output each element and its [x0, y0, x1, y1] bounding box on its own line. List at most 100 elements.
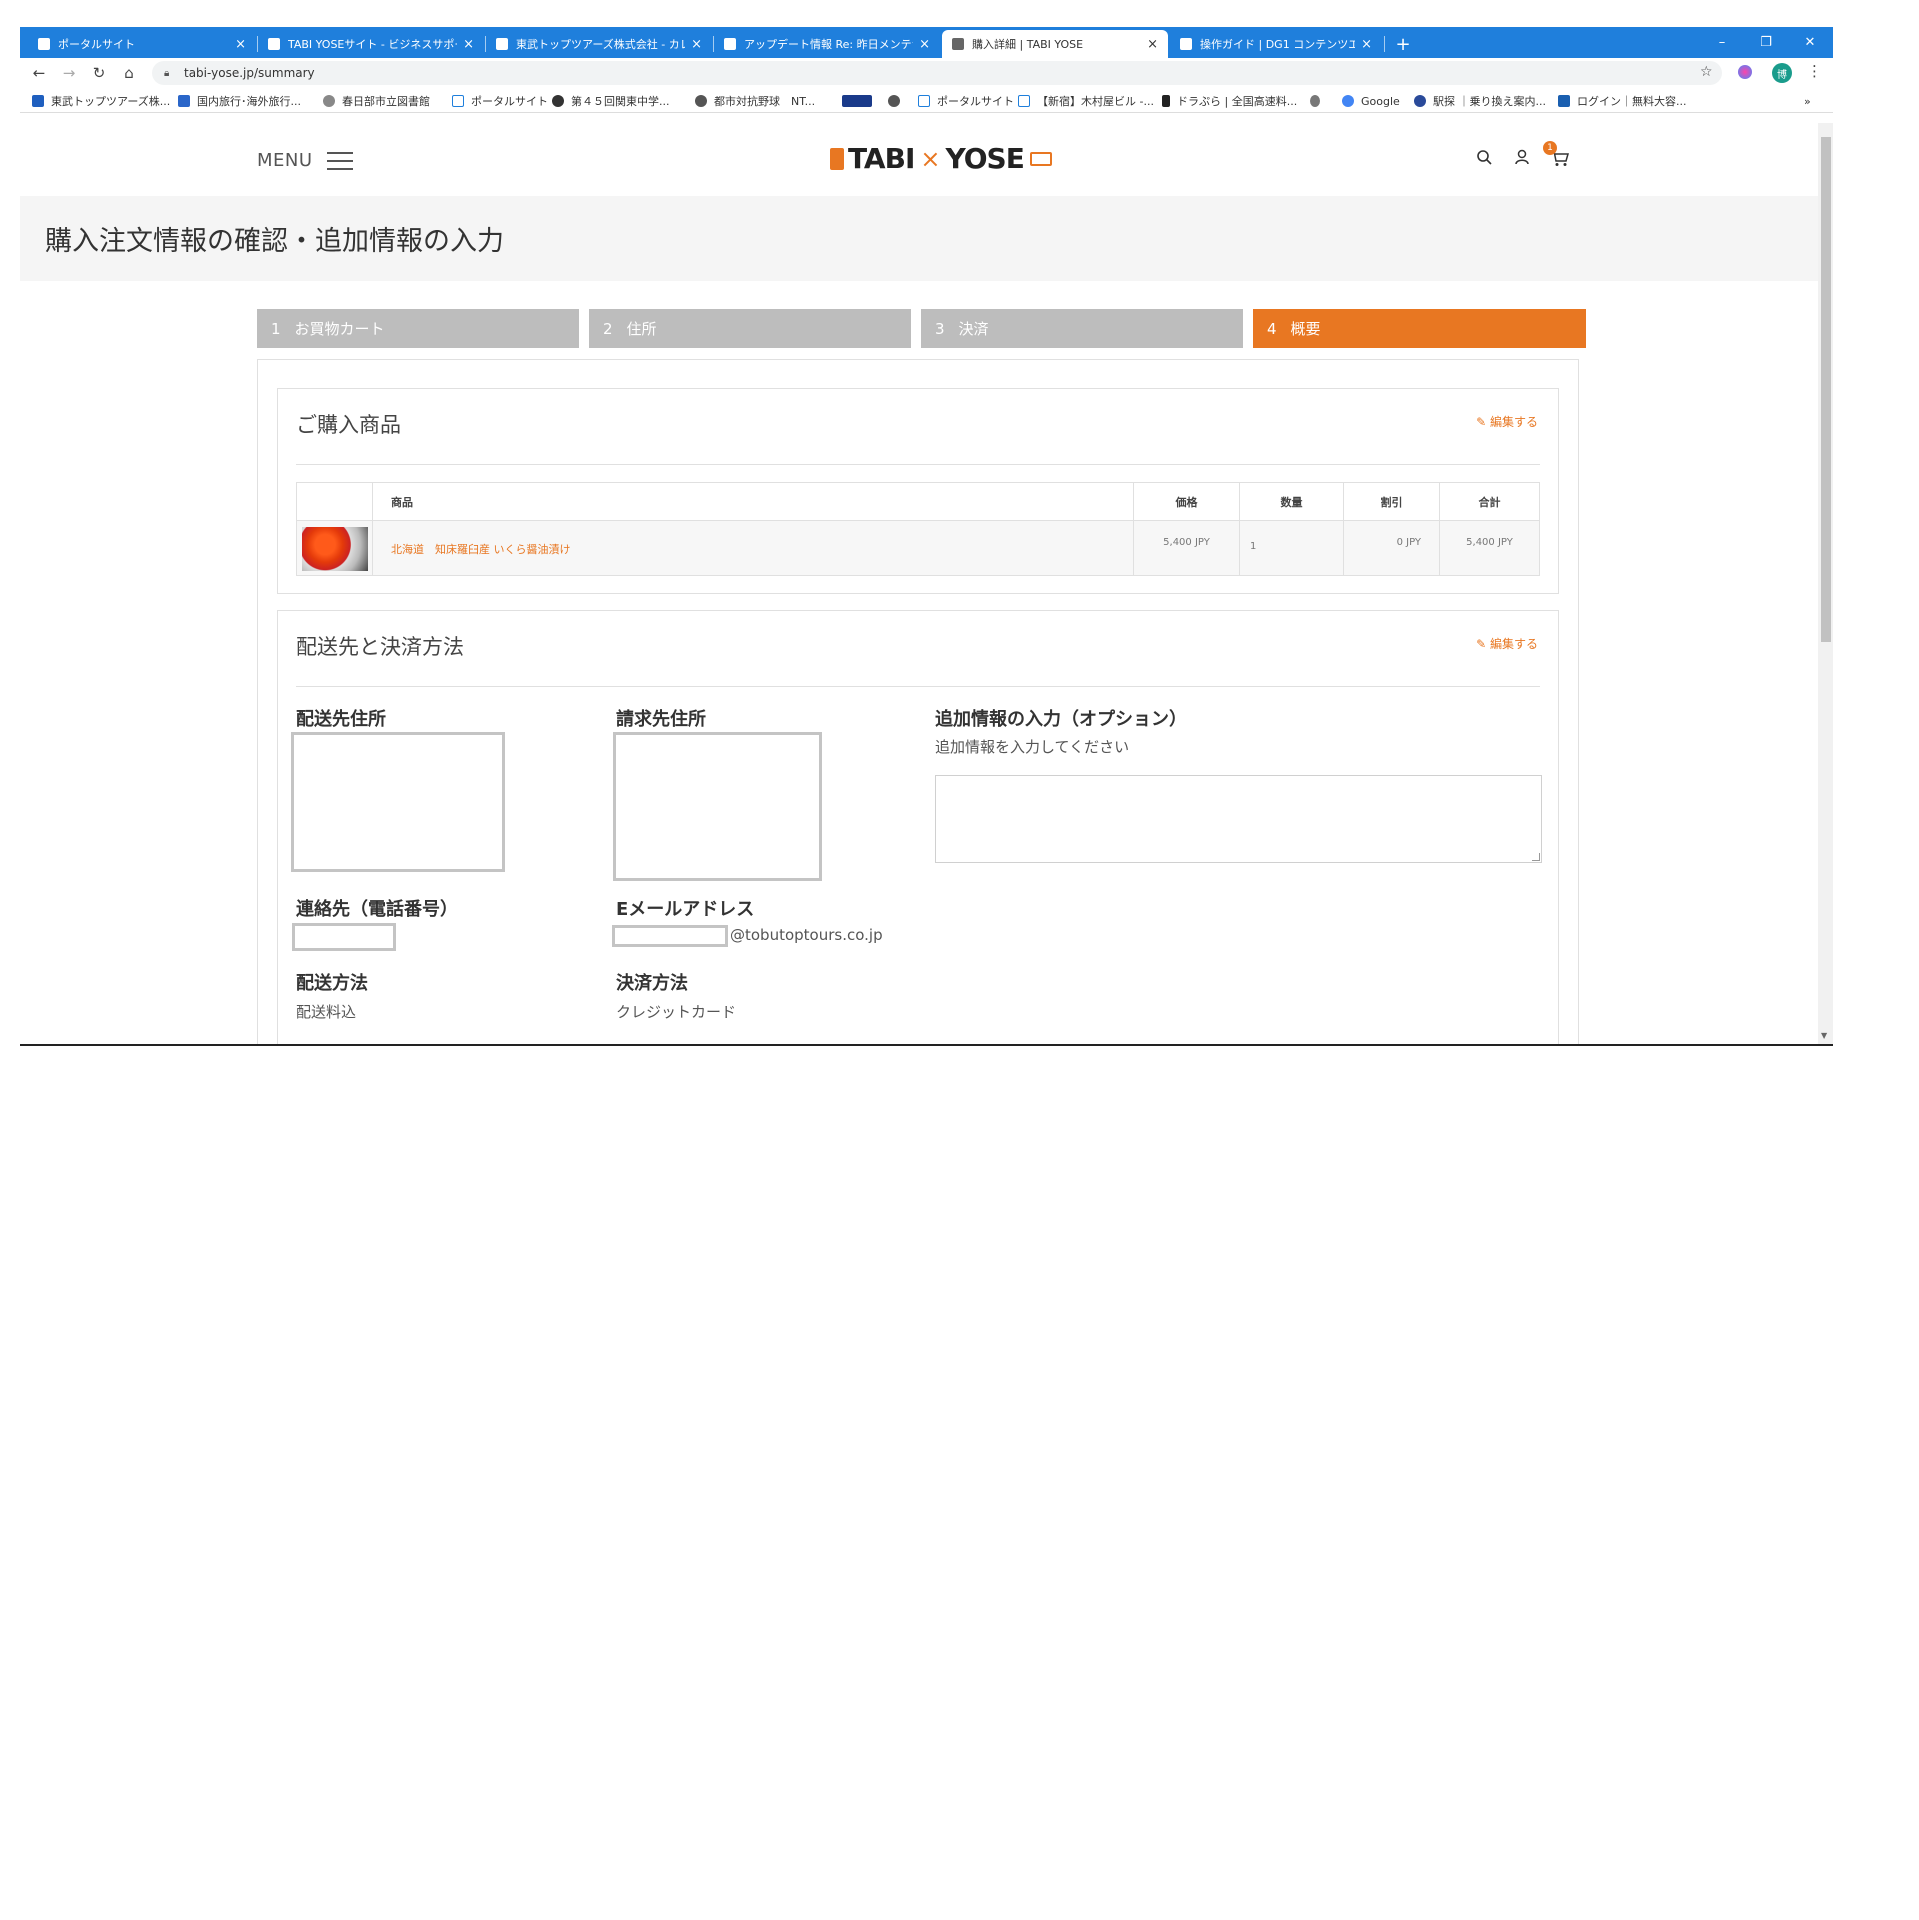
bookmark-item[interactable]: 駅探 ｜乗り換え案内...	[1414, 93, 1546, 109]
browser-window: ポータルサイト × TABI YOSEサイト - ビジネスサポート × 東武トッ…	[20, 27, 1833, 1046]
tab-close-icon[interactable]: ×	[691, 37, 702, 52]
tab-close-icon[interactable]: ×	[919, 37, 930, 52]
forward-icon[interactable]: →	[58, 62, 80, 84]
bookmark-item[interactable]: ログイン｜無料大容...	[1558, 93, 1687, 109]
step-number: 3	[935, 319, 945, 338]
shipping-address-label: 配送先住所	[296, 709, 386, 730]
page-favicon-icon	[38, 38, 50, 50]
user-icon[interactable]	[1514, 149, 1530, 170]
site-header: MENU TABI × YOSE 1	[20, 123, 1818, 196]
product-name-cell: 北海道 知床羅臼産 いくら醤油漬け	[372, 520, 1134, 576]
col-product: 商品	[372, 482, 1134, 521]
email-label: Eメールアドレス	[616, 899, 755, 920]
back-icon[interactable]: ←	[28, 62, 50, 84]
billing-address-box	[613, 732, 822, 881]
browser-tab[interactable]: TABI YOSEサイト - ビジネスサポート ×	[258, 30, 484, 58]
ticket-icon	[1029, 151, 1052, 166]
scroll-down-arrow-icon[interactable]: ▼	[1821, 1031, 1827, 1040]
product-image[interactable]	[302, 527, 368, 571]
browser-tab-active[interactable]: 購入詳細 | TABI YOSE ×	[942, 30, 1168, 58]
tab-close-icon[interactable]: ×	[235, 37, 246, 52]
step-number: 4	[1267, 319, 1277, 338]
url-field[interactable]: 🔒︎ tabi-yose.jp/summary	[152, 61, 1722, 85]
summary-container: ご購入商品 ✎ 編集する 商品 価格 数量 割引 合計 北海道 知床羅臼産 いく…	[257, 359, 1579, 1044]
page-favicon-icon	[268, 38, 280, 50]
profile-avatar[interactable]: 博	[1772, 63, 1792, 83]
extra-info-hint: 追加情報を入力してください	[935, 738, 1130, 756]
bookmark-item[interactable]: 春日部市立図書館	[323, 93, 430, 109]
bookmark-item[interactable]: ポータルサイト	[918, 93, 1014, 109]
site-logo[interactable]: TABI × YOSE	[830, 142, 1052, 175]
tab-close-icon[interactable]: ×	[463, 37, 474, 52]
page-favicon-icon	[1180, 38, 1192, 50]
bookmark-item[interactable]	[888, 93, 907, 109]
mail-icon	[724, 38, 736, 50]
shipping-address-box	[291, 732, 505, 872]
new-tab-button[interactable]: +	[1391, 30, 1415, 58]
page-title-band: 購入注文情報の確認・追加情報の入力	[20, 196, 1818, 281]
step-address[interactable]: 2 住所	[589, 309, 911, 348]
email-user-box	[612, 925, 728, 947]
logo-cross: ×	[920, 144, 940, 173]
browser-menu-icon[interactable]: ⋮	[1807, 62, 1822, 80]
page-viewport: MENU TABI × YOSE 1 購入注文情報の確認・追加情報の入力 1 お…	[20, 123, 1818, 1044]
more-bookmarks-icon[interactable]: »	[1804, 93, 1811, 109]
bookmark-item[interactable]: ポータルサイト	[452, 93, 548, 109]
shipping-method-label: 配送方法	[296, 973, 368, 994]
bookmark-item[interactable]: 【新宿】木村屋ビル -...	[1018, 93, 1154, 109]
extra-info-textarea[interactable]	[935, 775, 1542, 863]
tab-close-icon[interactable]: ×	[1147, 37, 1158, 52]
bookmark-item[interactable]: 東武トップツアーズ株...	[32, 93, 170, 109]
tab-title: アップデート情報 Re: 昨日メンテナ	[744, 38, 914, 51]
step-label: 住所	[626, 320, 657, 338]
bookmark-item[interactable]: 国内旅行･海外旅行...	[178, 93, 301, 109]
logo-text-right: YOSE	[945, 142, 1024, 175]
edit-shipping-link[interactable]: ✎ 編集する	[1476, 635, 1538, 652]
search-icon[interactable]	[1476, 149, 1492, 170]
home-icon[interactable]: ⌂	[118, 62, 140, 84]
minimize-button[interactable]: –	[1700, 27, 1744, 58]
extension-icon[interactable]	[1738, 65, 1752, 79]
bookmark-item[interactable]	[1310, 93, 1327, 109]
bookmark-item[interactable]: 第４５回関東中学...	[552, 93, 670, 109]
edit-icon: ✎	[1476, 415, 1487, 429]
bookmark-item[interactable]	[842, 93, 879, 109]
browser-tab[interactable]: ポータルサイト ×	[28, 30, 256, 58]
reload-icon[interactable]: ↻	[88, 62, 110, 84]
step-label: お買物カート	[294, 320, 385, 338]
discount-cell: 0 JPY	[1343, 520, 1440, 576]
shipping-payment-title: 配送先と決済方法	[296, 635, 464, 659]
browser-tab[interactable]: アップデート情報 Re: 昨日メンテナ ×	[714, 30, 940, 58]
resize-handle-icon[interactable]	[1532, 853, 1540, 861]
bookmark-item[interactable]: 都市対抗野球 NT...	[695, 93, 815, 109]
menu-button[interactable]: MENU	[257, 150, 353, 171]
browser-tab[interactable]: 操作ガイド | DG1 コンテンツエディター ×	[1170, 30, 1382, 58]
url-text: tabi-yose.jp/summary	[184, 66, 315, 80]
tab-close-icon[interactable]: ×	[1361, 37, 1372, 52]
page-scrollbar[interactable]: ▼	[1818, 123, 1833, 1044]
payment-method-label: 決済方法	[616, 973, 688, 994]
purchased-items-panel: ご購入商品 ✎ 編集する 商品 価格 数量 割引 合計 北海道 知床羅臼産 いく…	[277, 388, 1559, 594]
product-image-cell	[296, 520, 373, 576]
close-window-button[interactable]: ✕	[1788, 27, 1832, 58]
total-cell: 5,400 JPY	[1439, 520, 1540, 576]
shipping-method-value: 配送料込	[296, 1003, 357, 1021]
extra-info-label: 追加情報の入力（オプション）	[935, 709, 1187, 730]
edit-items-link[interactable]: ✎ 編集する	[1476, 413, 1538, 430]
scrollbar-thumb[interactable]	[1821, 137, 1831, 642]
menu-label: MENU	[257, 150, 313, 171]
tab-title: 東武トップツアーズ株式会社 - カレン	[516, 38, 686, 51]
phone-label: 連絡先（電話番号）	[296, 899, 458, 920]
bookmark-star-icon[interactable]: ☆	[1700, 64, 1713, 80]
product-link[interactable]: 北海道 知床羅臼産 いくら醤油漬け	[373, 537, 1133, 557]
bookmark-item[interactable]: ドラぷら | 全国高速料...	[1162, 93, 1297, 109]
items-table: 商品 価格 数量 割引 合計 北海道 知床羅臼産 いくら醤油漬け 5,400 J…	[296, 482, 1540, 576]
step-number: 2	[603, 319, 613, 338]
bookmark-item[interactable]: Google	[1342, 93, 1400, 109]
hamburger-icon	[326, 151, 353, 171]
step-summary[interactable]: 4 概要	[1253, 309, 1586, 348]
step-payment[interactable]: 3 決済	[921, 309, 1243, 348]
step-cart[interactable]: 1 お買物カート	[257, 309, 579, 348]
browser-tab[interactable]: 東武トップツアーズ株式会社 - カレン ×	[486, 30, 712, 58]
restore-button[interactable]: ❐	[1744, 27, 1788, 58]
